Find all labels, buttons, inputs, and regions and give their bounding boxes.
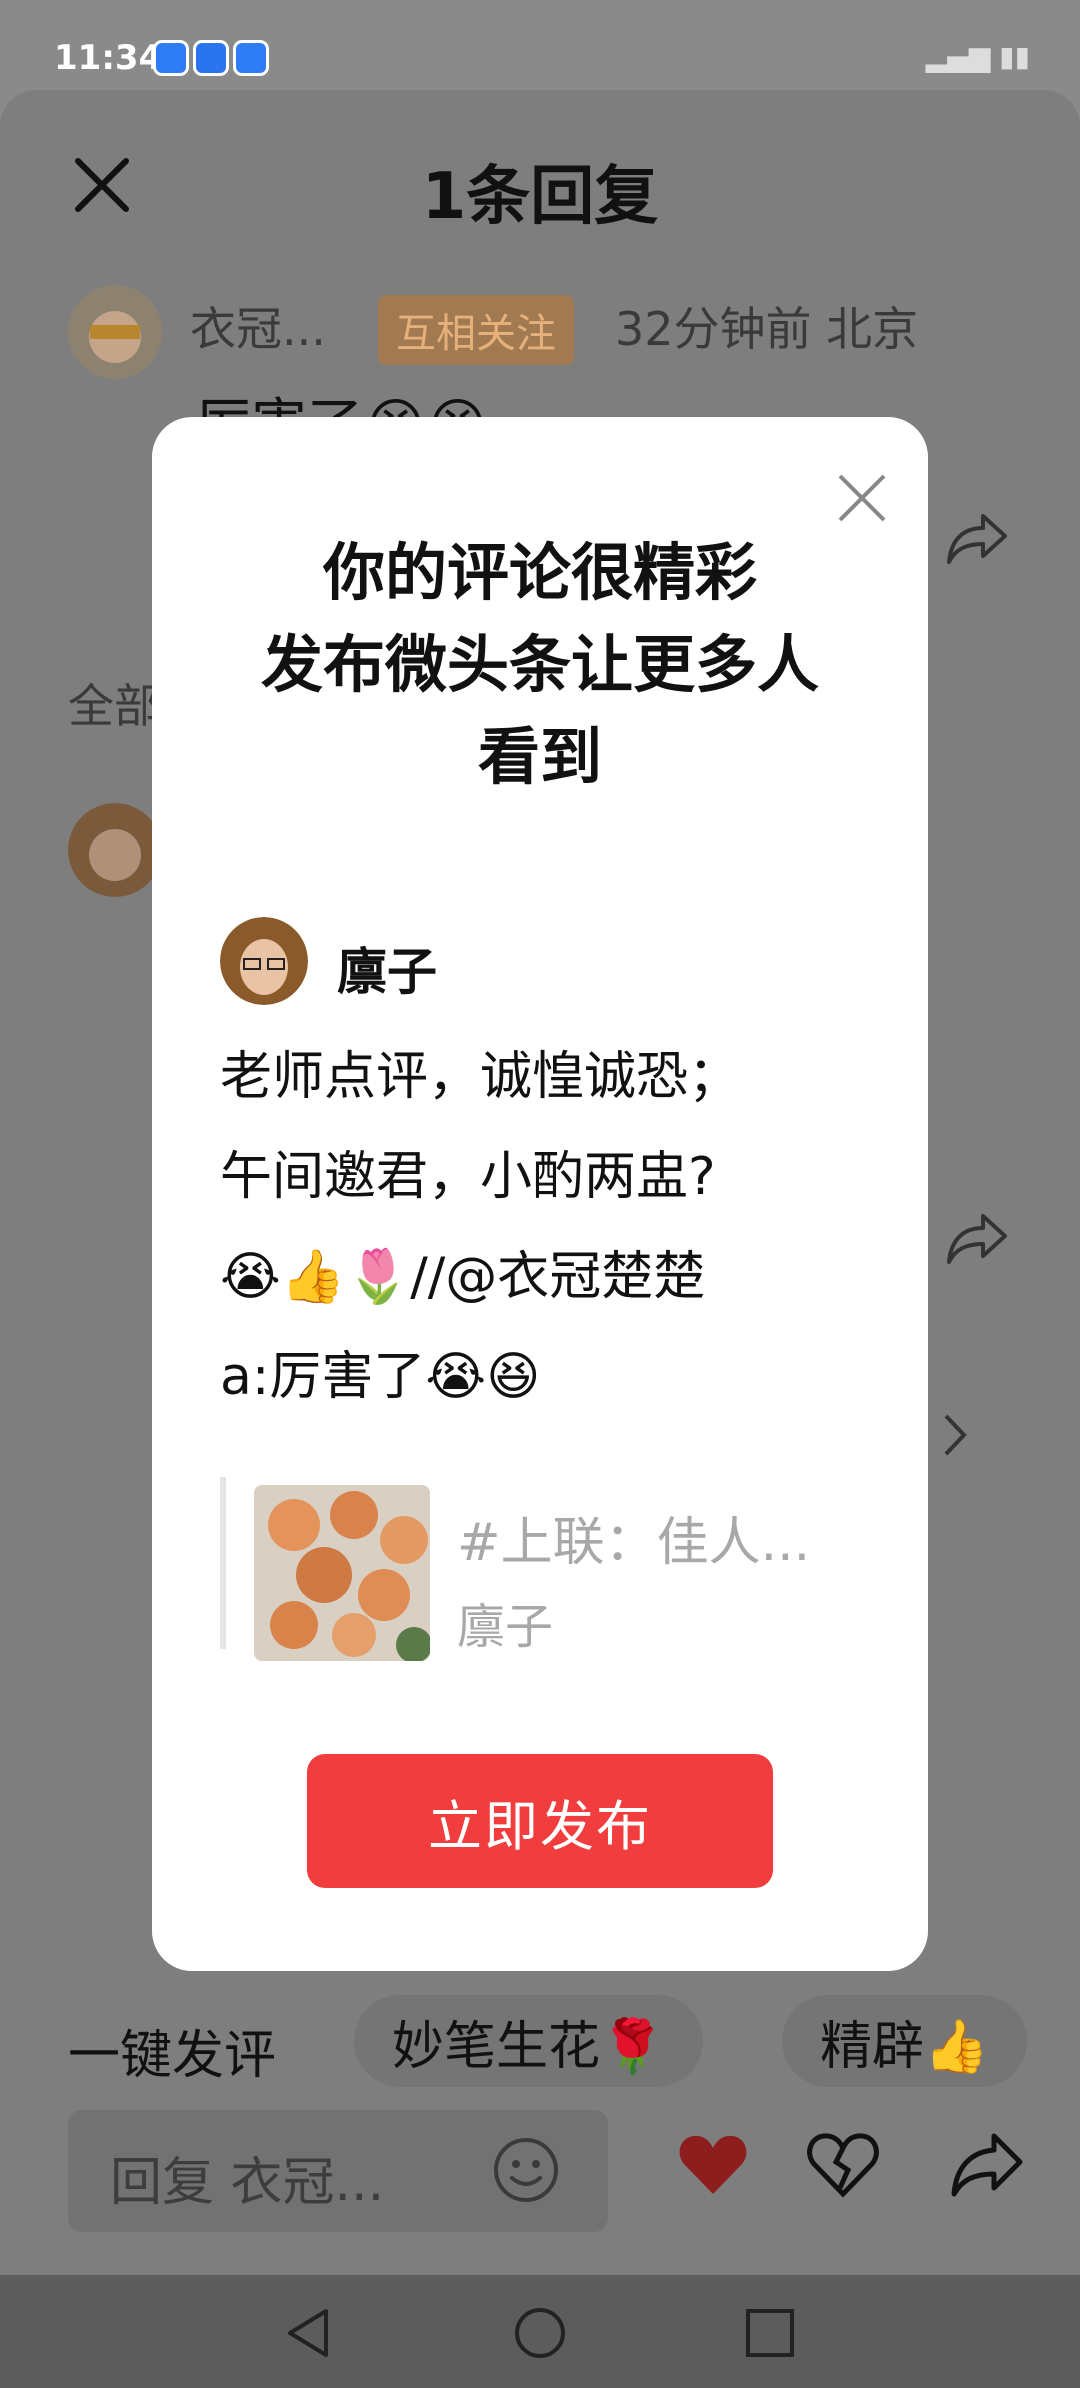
quote-title[interactable]: #上联：佳人... — [457, 1500, 810, 1575]
author-name: 廪子 — [337, 943, 437, 1001]
publish-button[interactable]: 立即发布 — [307, 1754, 773, 1888]
quick-reply-row: 一键发评 妙笔生花🌹 精辟👍 — [0, 1995, 1080, 2095]
comment-line: 午间邀君，小酌两盅? — [220, 1147, 716, 1207]
quote-divider — [220, 1477, 226, 1649]
system-nav-bar — [0, 2275, 1080, 2388]
quote-thumbnail — [254, 1485, 430, 1661]
share-icon[interactable] — [945, 510, 1009, 566]
app-notification-icon — [233, 40, 269, 76]
quick-reply-label: 一键发评 — [68, 2026, 277, 2086]
close-icon[interactable] — [836, 472, 888, 524]
quick-reply-chip[interactable]: 妙笔生花🌹 — [354, 1995, 703, 2087]
follow-badge: 互相关注 — [378, 295, 574, 365]
comment-line: a:厉害了😭😆 — [220, 1347, 541, 1407]
page-title: 1条回复 — [421, 160, 659, 234]
quick-reply-chip[interactable]: 精辟👍 — [782, 1995, 1027, 2087]
avatar[interactable] — [68, 285, 162, 379]
dialog-title-line: 发布微头条让更多人 — [260, 628, 819, 701]
share-icon[interactable] — [945, 1210, 1009, 1266]
reply-input[interactable]: 回复 衣冠... — [68, 2110, 608, 2232]
like-icon[interactable] — [676, 2128, 750, 2202]
author-avatar — [220, 917, 308, 1005]
dialog-title-line: 你的评论很精彩 — [322, 536, 757, 609]
comment-line: 老师点评，诚惶诚恐； — [220, 1047, 741, 1107]
home-nav-icon[interactable] — [512, 2305, 568, 2361]
comment-meta: 32分钟前 北京 — [615, 302, 919, 356]
recents-nav-icon[interactable] — [742, 2305, 798, 2361]
app-notification-icon — [193, 40, 229, 76]
emoji-icon[interactable] — [492, 2136, 560, 2204]
share-icon[interactable] — [950, 2128, 1024, 2202]
app-notification-icon — [153, 40, 189, 76]
section-label: 全部 — [68, 679, 160, 733]
comment-body: 老师点评，诚惶诚恐； 午间邀君，小酌两盅? 😭👍🌷//@衣冠楚楚 a:厉害了😭😆 — [220, 1027, 880, 1427]
quote-author: 廪子 — [457, 1599, 554, 1655]
publish-dialog: 你的评论很精彩 发布微头条让更多人 看到 廪子 老师点评，诚惶诚恐； 午间邀君，… — [152, 417, 928, 1971]
comment-username[interactable]: 衣冠... — [190, 293, 326, 359]
chevron-right-icon[interactable] — [940, 1410, 970, 1460]
dialog-title: 你的评论很精彩 发布微头条让更多人 看到 — [152, 527, 928, 803]
status-time: 11:34 — [54, 38, 163, 78]
dislike-icon[interactable] — [806, 2128, 880, 2202]
avatar[interactable] — [68, 803, 162, 897]
reply-placeholder: 回复 衣冠... — [110, 2153, 385, 2213]
dialog-title-line: 看到 — [477, 720, 602, 793]
back-nav-icon[interactable] — [282, 2305, 338, 2361]
comment-line: 😭👍🌷//@衣冠楚楚 — [220, 1247, 706, 1307]
status-indicators: ▂▄▆ ▮▮ — [925, 40, 1030, 73]
